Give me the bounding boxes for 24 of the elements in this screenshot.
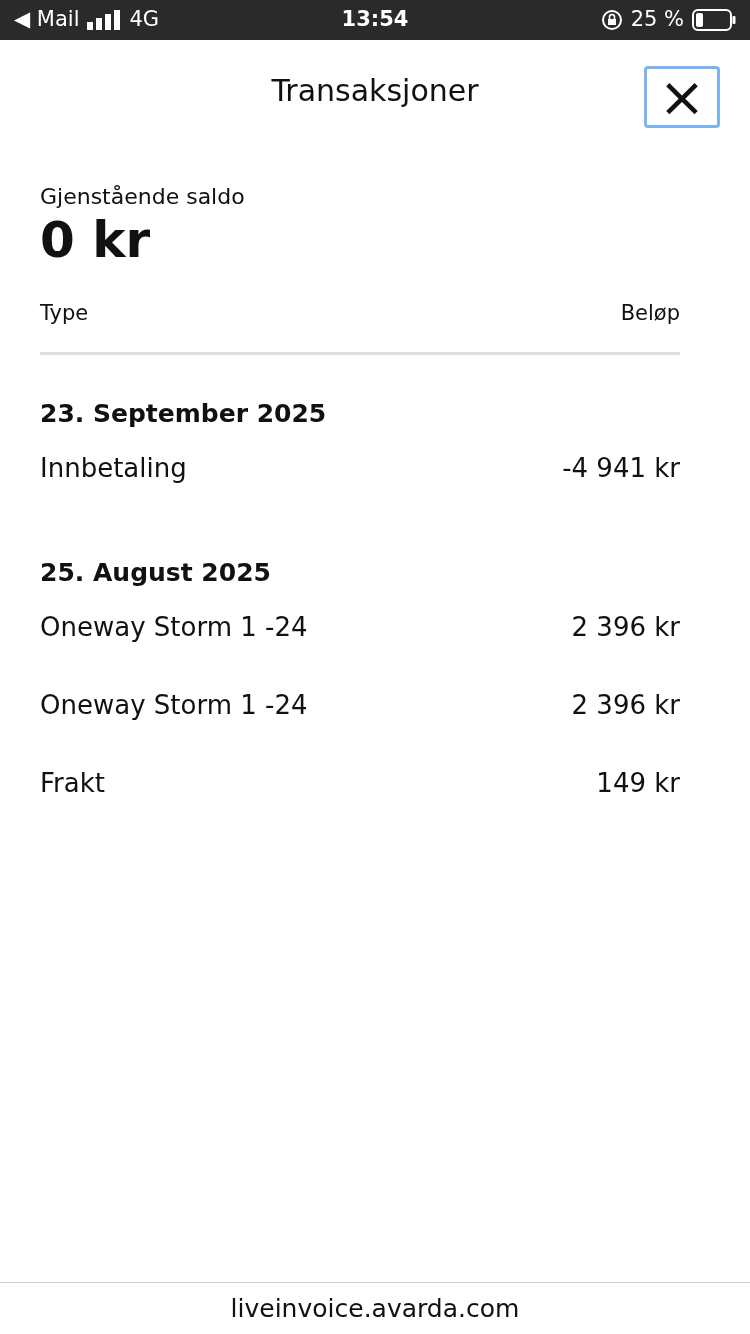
clock: 13:54	[341, 6, 409, 34]
signal-icon	[87, 10, 122, 30]
date-heading: 23. September 2025	[40, 397, 328, 430]
balance-amount: 0 kr	[40, 213, 152, 268]
network-label: 4G	[129, 6, 160, 34]
transaction-amount: 149 kr	[596, 767, 680, 800]
transaction-type: Oneway Storm 1 -24	[40, 689, 308, 722]
transaction-type: Frakt	[40, 767, 105, 800]
transaction-amount: 2 396 kr	[571, 689, 680, 722]
date-heading: 25. August 2025	[40, 557, 272, 589]
column-header: Beløp	[620, 300, 680, 327]
rotation-lock-icon	[600, 9, 623, 31]
transaction-type: Innbetaling	[40, 451, 187, 485]
battery-icon	[692, 9, 736, 31]
balance-label: Gjenstående saldo	[40, 183, 246, 211]
transaction-type: Oneway Storm 1 -24	[40, 611, 308, 644]
back-label[interactable]: ◀ Mail	[14, 4, 80, 36]
url-text[interactable]: liveinvoice.avarda.com	[230, 1289, 520, 1328]
transaction-amount: -4 941 kr	[562, 451, 680, 485]
battery-percentage: 25 %	[630, 6, 684, 34]
close-button[interactable]: ×	[644, 66, 720, 128]
transaction-amount: 2 396 kr	[571, 611, 680, 644]
column-header: Type	[40, 300, 89, 327]
page-title: Transaksjoner	[271, 71, 479, 110]
